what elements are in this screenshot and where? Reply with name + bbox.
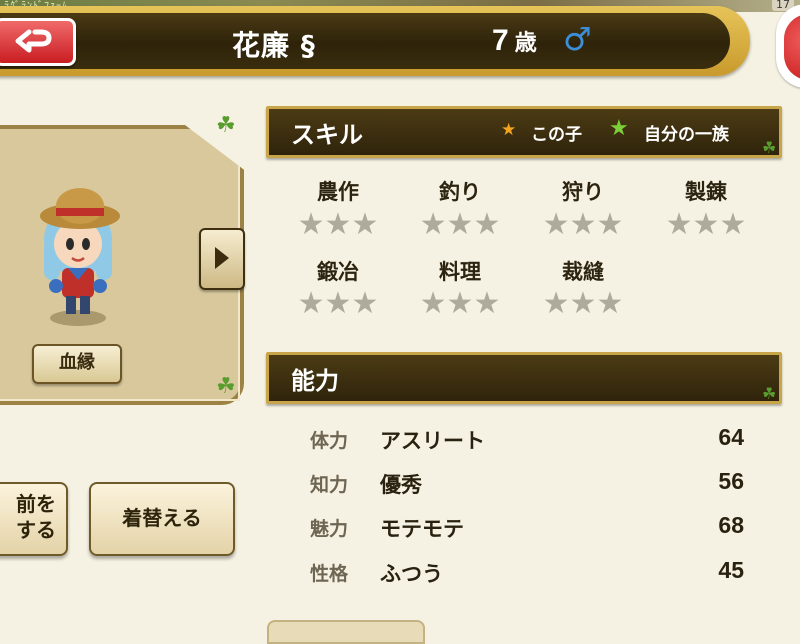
leaf-decoration-icon: ☘ <box>762 384 777 403</box>
ability-key: 魅力 <box>310 518 349 540</box>
own-star-icon: ★ <box>501 120 517 140</box>
skill-stars: ★★★ <box>542 207 624 242</box>
skill-label: 料理 <box>439 260 481 284</box>
skill-stars: ★★★ <box>665 207 747 242</box>
lineage-button[interactable]: 血縁 <box>32 344 122 384</box>
leaf-decoration-icon: ☘ <box>216 113 236 138</box>
rename-label-line1: 前を <box>16 492 56 516</box>
ability-number: 64 <box>718 424 744 450</box>
close-button-face <box>784 14 800 80</box>
child-name: 花廉 § <box>232 29 316 62</box>
skills-header: スキル ★ この子 ★ 自分の一族 <box>266 106 782 158</box>
ability-key: 知力 <box>310 474 349 496</box>
character-avatar <box>40 188 120 326</box>
legend-family-label: 自分の一族 <box>644 125 729 145</box>
ability-value: モテモテ <box>380 517 464 541</box>
ability-number: 68 <box>718 512 744 538</box>
skill-stars: ★★★ <box>419 207 501 242</box>
age-unit: 歳 <box>514 31 537 56</box>
header-bar <box>0 6 750 76</box>
abilities-header: 能力 <box>266 352 782 404</box>
back-button[interactable] <box>0 18 76 66</box>
ability-row: 性格 ふつう 45 <box>310 555 750 591</box>
gender-male-icon: ♂ <box>563 20 592 58</box>
legend-own-label: この子 <box>531 125 582 145</box>
skill-label: 製錬 <box>685 180 727 204</box>
ability-row: 知力 優秀 56 <box>310 466 750 502</box>
age-display: 7歳 <box>492 24 537 58</box>
age-number: 7 <box>492 24 509 57</box>
change-clothes-button[interactable]: 着替える <box>89 482 235 556</box>
ability-value: アスリート <box>380 429 485 453</box>
skill-label: 鍛冶 <box>317 260 359 284</box>
skill-label: 農作 <box>317 180 359 204</box>
skill-label: 裁縫 <box>562 260 604 284</box>
ability-row: 体力 アスリート 64 <box>310 422 750 458</box>
skill-stars: ★★★ <box>542 286 624 321</box>
skill-stars: ★★★ <box>297 286 379 321</box>
back-arrow-icon <box>15 29 52 53</box>
header-inner <box>0 13 730 69</box>
ability-row: 魅力 モテモテ 68 <box>310 510 750 546</box>
family-star-icon: ★ <box>609 116 629 141</box>
bottom-tab[interactable] <box>267 620 425 644</box>
skill-label: 狩り <box>562 180 604 204</box>
rename-button[interactable]: 前を する <box>0 482 68 556</box>
close-button[interactable] <box>776 4 800 88</box>
ability-key: 性格 <box>310 563 349 585</box>
leaf-decoration-icon: ☘ <box>762 138 777 157</box>
skill-stars: ★★★ <box>419 286 501 321</box>
skills-title: スキル <box>291 121 363 149</box>
skill-label: 釣り <box>439 180 481 204</box>
ability-value: 優秀 <box>380 473 422 497</box>
rename-label-line2: する <box>16 518 56 542</box>
skill-stars: ★★★ <box>297 207 379 242</box>
ability-number: 45 <box>718 557 744 583</box>
leaf-decoration-icon: ☘ <box>216 374 236 399</box>
ability-number: 56 <box>718 468 744 494</box>
ability-key: 体力 <box>310 430 349 452</box>
abilities-title: 能力 <box>291 367 339 395</box>
ability-value: ふつう <box>380 562 443 586</box>
next-character-button[interactable] <box>199 228 245 290</box>
